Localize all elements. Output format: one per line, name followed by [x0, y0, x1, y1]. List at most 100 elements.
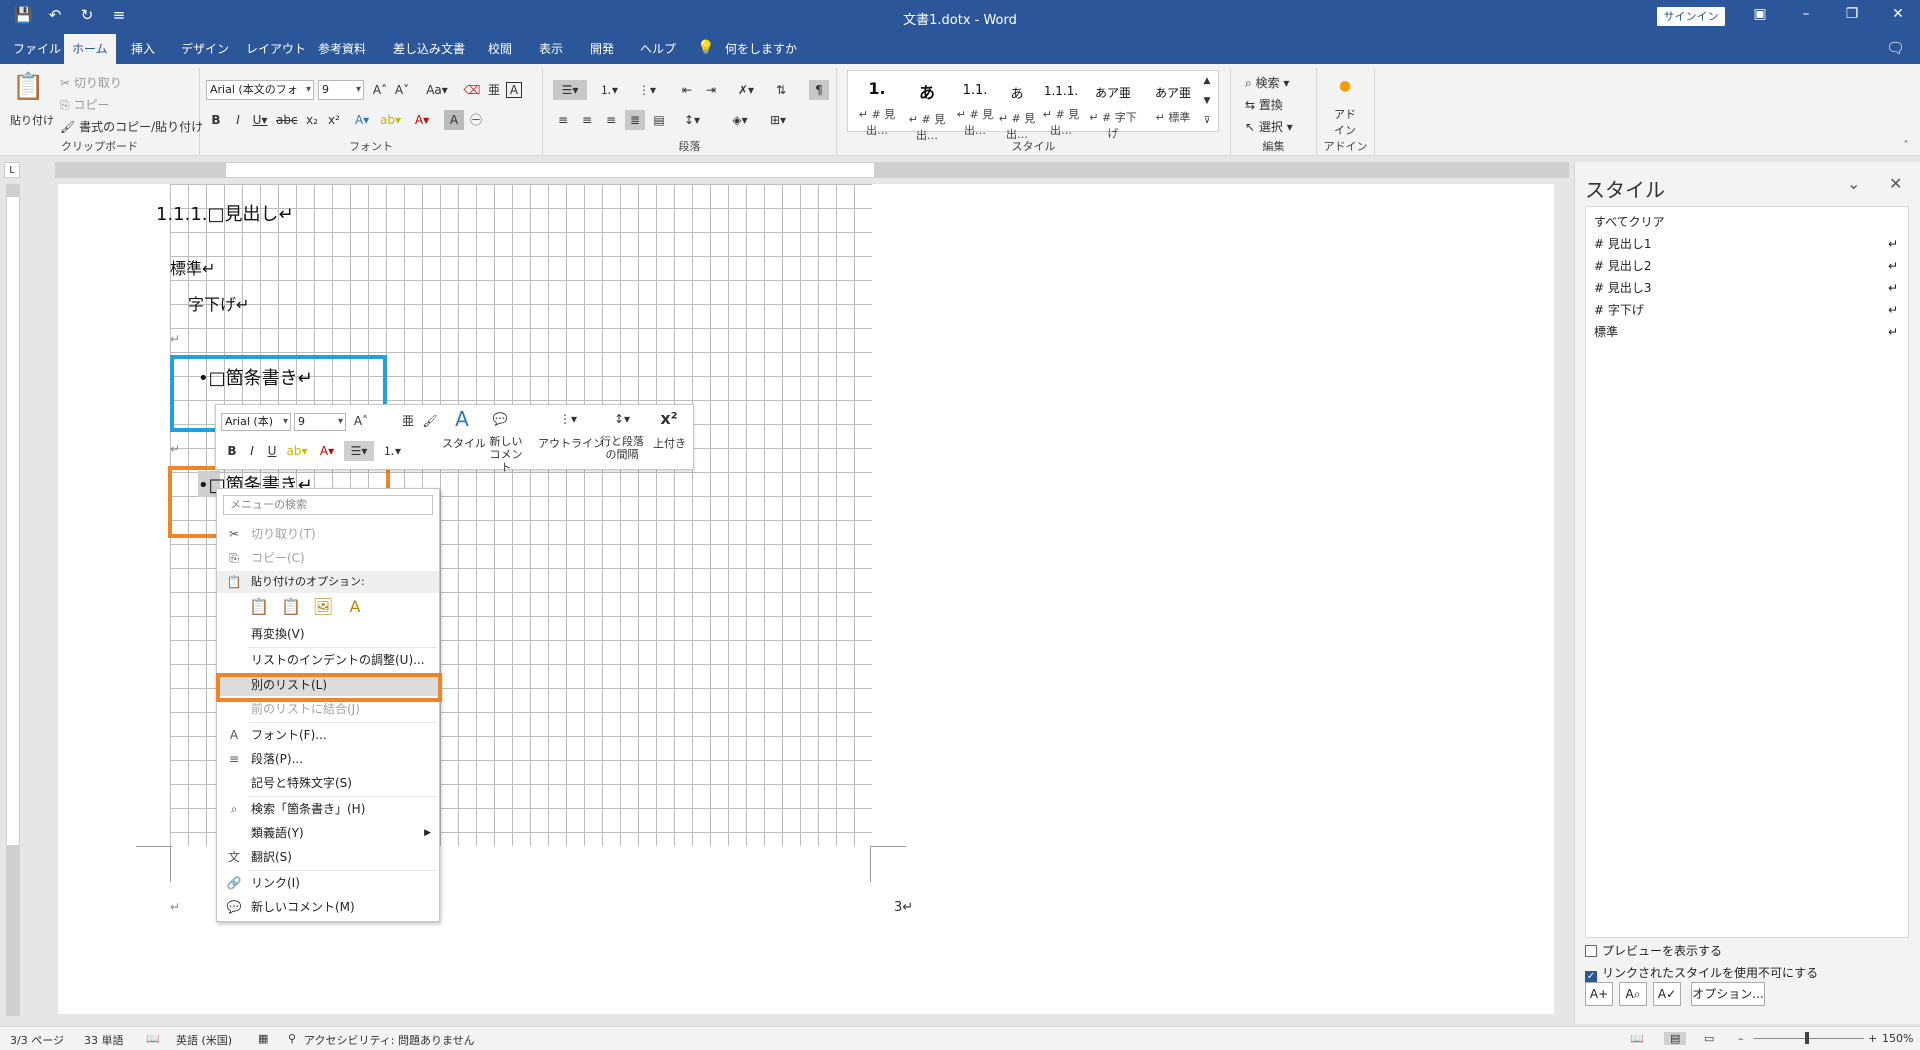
phonetic-guide-icon[interactable]: 亜	[484, 80, 504, 100]
mini-new-comment-button[interactable]: 新しい コメント	[486, 435, 526, 474]
zoom-slider-track[interactable]	[1754, 1038, 1864, 1039]
menu-search-text[interactable]: ⌕ 検索「箇条書き」(H)	[217, 798, 439, 820]
tab-developer[interactable]: 開発	[582, 34, 622, 64]
subscript-icon[interactable]: x₂	[302, 110, 322, 130]
mini-styles-icon[interactable]: A	[452, 409, 472, 429]
paste-merge-icon[interactable]: 📋	[279, 597, 303, 619]
tab-references[interactable]: 参考資料	[310, 34, 374, 64]
tab-layout[interactable]: レイアウト	[238, 34, 314, 64]
font-size-combo[interactable]: 9	[318, 80, 364, 100]
enclosed-char-icon[interactable]: ㊀	[466, 110, 486, 130]
mini-font-color-icon[interactable]: A▾	[314, 441, 340, 461]
grow-font-icon[interactable]: A˄	[370, 80, 390, 100]
style-indent[interactable]: あア亜 ↵ # 字下げ	[1084, 71, 1142, 140]
menu-copy[interactable]: ⎘ コピー(C)	[217, 547, 439, 569]
multilevel-list-icon[interactable]: ⋮▾	[631, 80, 663, 100]
paste-icon[interactable]: 📋	[12, 72, 44, 102]
new-style-button[interactable]: A+	[1585, 982, 1613, 1006]
style-options-button[interactable]: オプション...	[1691, 982, 1765, 1006]
addin-icon[interactable]: ●	[1339, 78, 1351, 94]
zoom-in-icon[interactable]: +	[1868, 1032, 1877, 1045]
cut-button[interactable]: ✂ 切り取り	[60, 74, 122, 91]
mini-superscript-button[interactable]: 上付き	[653, 435, 686, 451]
increase-indent-icon[interactable]: ⇥	[701, 80, 721, 100]
gallery-scroll-down-icon[interactable]: ▼	[1200, 91, 1214, 111]
char-shading-icon[interactable]: A	[444, 110, 464, 130]
shrink-font-icon[interactable]: A˅	[392, 80, 412, 100]
paste-keep-source-icon[interactable]: 📋	[247, 597, 271, 619]
heading-line[interactable]: 1.1.1.□見出し↵	[156, 200, 294, 226]
mini-new-comment-icon[interactable]: 💬	[490, 409, 510, 429]
tell-me-search[interactable]: 何をしますか	[717, 34, 805, 64]
print-layout-icon[interactable]: ▤	[1664, 1032, 1687, 1045]
style-item-heading3[interactable]: # 見出し3 ↵	[1594, 277, 1900, 299]
style-clear-all[interactable]: すべてクリア	[1594, 211, 1900, 233]
tab-selector-icon[interactable]: L	[4, 162, 20, 178]
mini-numbering-icon[interactable]: ⒈▾	[378, 441, 406, 461]
change-case-icon[interactable]: Aa▾	[422, 80, 452, 100]
mini-outline-button[interactable]: アウトライン	[538, 435, 604, 451]
line-spacing-icon[interactable]: ↕▾	[677, 110, 707, 130]
gallery-more-icon[interactable]: ⊽	[1200, 111, 1214, 131]
mini-superscript-icon[interactable]: x²	[659, 409, 679, 429]
read-mode-icon[interactable]: 📖	[1630, 1032, 1644, 1045]
menu-translate[interactable]: 文翻訳(S)	[217, 846, 439, 868]
shading-icon[interactable]: ◈▾	[725, 110, 755, 130]
text-effects-icon[interactable]: A▾	[352, 110, 372, 130]
justify-icon[interactable]: ≣	[625, 110, 645, 130]
proofing-icon[interactable]: 📖	[146, 1032, 160, 1045]
italic-icon[interactable]: I	[228, 110, 248, 130]
paste-text-only-icon[interactable]: A	[343, 597, 367, 619]
show-marks-icon[interactable]: ¶	[809, 80, 829, 100]
mini-styles-button[interactable]: スタイル	[442, 435, 486, 451]
tab-insert[interactable]: 挿入	[123, 34, 163, 64]
bullets-icon[interactable]: ☰▾	[553, 80, 587, 100]
menu-paragraph[interactable]: ≡ 段落(P)...	[217, 748, 439, 770]
manage-styles-button[interactable]: A✓	[1653, 982, 1681, 1006]
tab-home[interactable]: ホーム	[64, 34, 116, 64]
replace-button[interactable]: ⇆ 置換	[1245, 96, 1283, 113]
align-right-icon[interactable]: ≡	[601, 110, 621, 130]
find-button[interactable]: ⌕ 検索 ▾	[1245, 74, 1289, 91]
tab-help[interactable]: ヘルプ	[632, 34, 684, 64]
macro-icon[interactable]: ▦	[258, 1032, 268, 1045]
sort-icon[interactable]: ⇅	[771, 80, 791, 100]
align-center-icon[interactable]: ≡	[577, 110, 597, 130]
addin-button[interactable]: アド イン	[1327, 106, 1363, 138]
tab-design[interactable]: デザイン	[173, 34, 237, 64]
ribbon-display-icon[interactable]: ▣	[1748, 6, 1772, 22]
tab-view[interactable]: 表示	[531, 34, 571, 64]
distributed-icon[interactable]: ▤	[649, 110, 669, 130]
font-color-icon[interactable]: A▾	[412, 110, 432, 130]
language[interactable]: 英語 (米国)	[176, 1032, 232, 1048]
tab-review[interactable]: 校閲	[480, 34, 520, 64]
highlight-icon[interactable]: ab▾	[380, 110, 401, 130]
mini-highlight-icon[interactable]: ab▾	[284, 441, 310, 461]
tab-file[interactable]: ファイル	[5, 34, 69, 64]
zoom-level[interactable]: 150%	[1882, 1032, 1913, 1045]
page-number[interactable]: 3↵	[894, 900, 913, 915]
mini-spacing-icon[interactable]: ↕▾	[608, 409, 636, 429]
zoom-out-icon[interactable]: –	[1738, 1032, 1744, 1045]
restore-icon[interactable]: ❐	[1840, 6, 1864, 22]
borders-icon[interactable]: ⊞▾	[763, 110, 793, 130]
style-normal[interactable]: あア亜 ↵ 標準	[1144, 71, 1202, 131]
mini-format-painter-icon[interactable]: 🖌	[420, 411, 440, 431]
normal-line[interactable]: 標準↵	[170, 255, 215, 279]
strikethrough-icon[interactable]: abc	[276, 110, 298, 130]
page-count[interactable]: 3/3 ページ	[10, 1032, 64, 1048]
minimize-icon[interactable]: –	[1794, 6, 1818, 22]
menu-link[interactable]: 🔗 リンク(I)	[217, 872, 439, 894]
numbering-icon[interactable]: ⒈▾	[593, 80, 625, 100]
decrease-indent-icon[interactable]: ⇤	[677, 80, 697, 100]
zoom-slider-thumb[interactable]	[1805, 1032, 1809, 1044]
menu-symbols[interactable]: 記号と特殊文字(S)	[217, 772, 439, 794]
align-left-icon[interactable]: ≡	[553, 110, 573, 130]
paste-picture-icon[interactable]: 🖼	[311, 597, 335, 619]
asian-layout-icon[interactable]: ✗▾	[731, 80, 761, 100]
style-inspector-button[interactable]: A⌕	[1619, 982, 1647, 1006]
copy-button[interactable]: ⎘ コピー	[60, 96, 109, 113]
style-item-heading2[interactable]: # 見出し2 ↵	[1594, 255, 1900, 277]
select-button[interactable]: ↖ 選択 ▾	[1245, 118, 1293, 135]
menu-font[interactable]: A フォント(F)...	[217, 724, 439, 746]
